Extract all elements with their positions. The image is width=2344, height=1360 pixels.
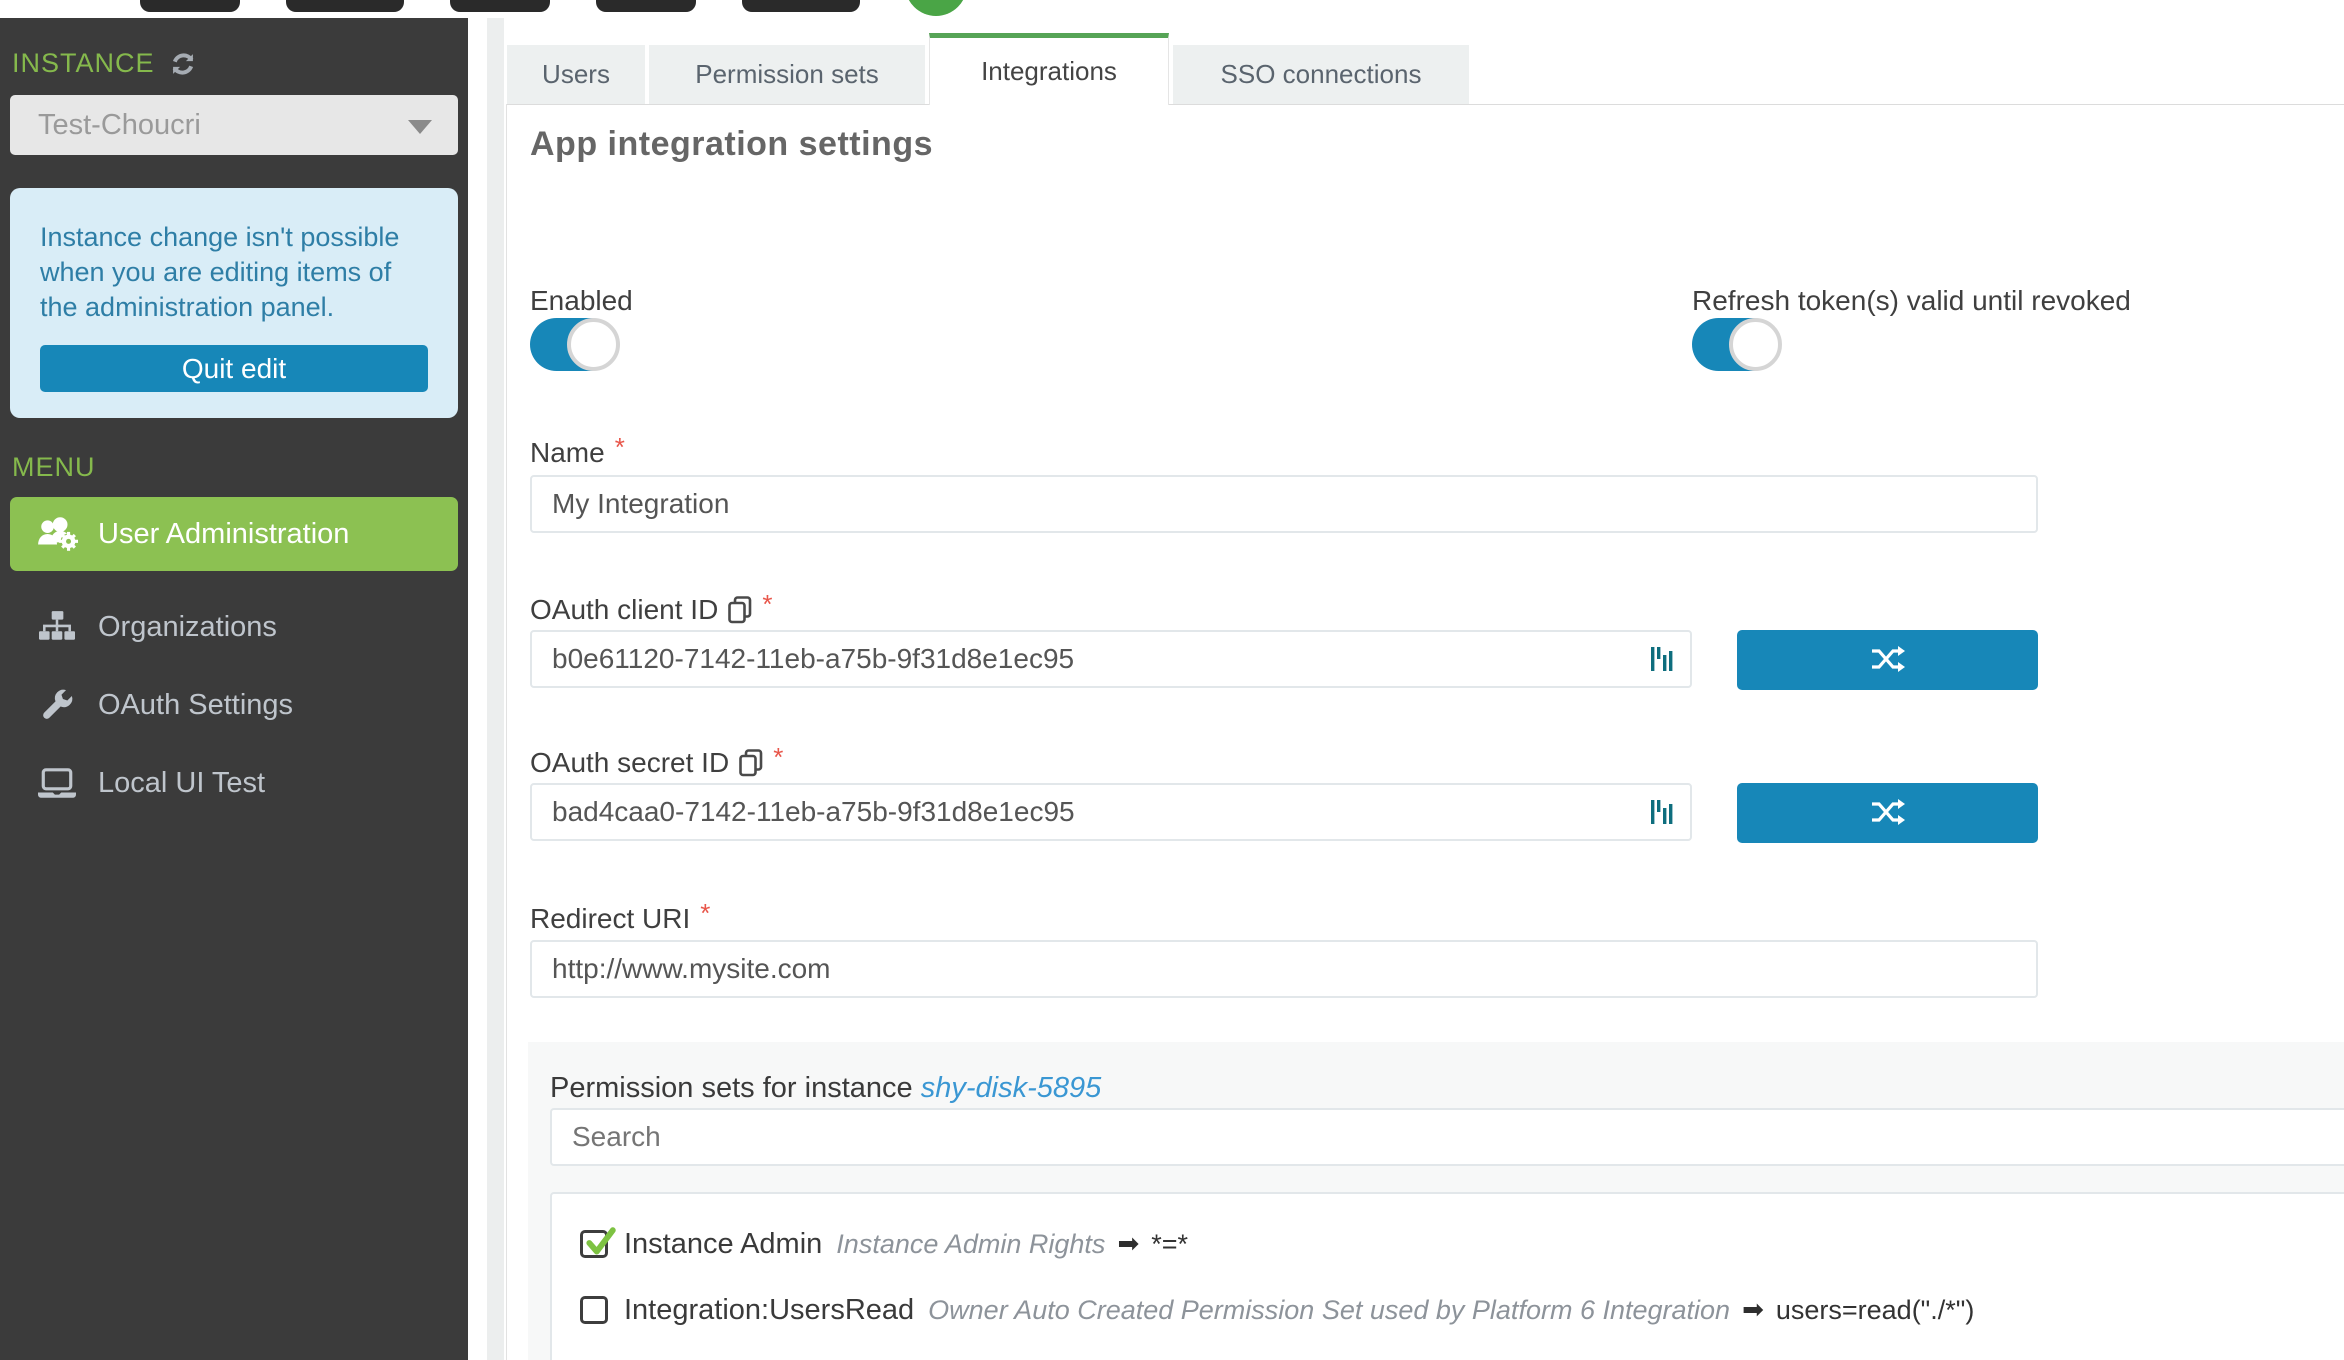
- sidebar-item-label: Organizations: [98, 611, 277, 644]
- tab-label: Integrations: [981, 56, 1117, 87]
- sidebar-item-label: Local UI Test: [98, 767, 265, 800]
- oauth-client-id-field: [530, 630, 1692, 688]
- permission-row: Instance Admin Instance Admin Rights ➡ *…: [580, 1224, 2340, 1264]
- checkbox-unchecked[interactable]: [580, 1296, 608, 1324]
- bars-icon: [1650, 798, 1676, 826]
- shuffle-icon: [1871, 799, 1905, 828]
- permission-list: Instance Admin Instance Admin Rights ➡ *…: [550, 1192, 2344, 1360]
- users-gear-icon: [36, 517, 78, 551]
- redirect-uri-label: Redirect URI*: [530, 903, 710, 935]
- quit-edit-button[interactable]: Quit edit: [40, 345, 428, 392]
- instance-link[interactable]: shy-disk-5895: [921, 1072, 1102, 1104]
- name-input[interactable]: [530, 475, 2038, 533]
- oauth-secret-id-label: OAuth secret ID *: [530, 747, 783, 779]
- required-asterisk: *: [615, 437, 625, 457]
- permission-description: Owner Auto Created Permission Set used b…: [928, 1295, 1730, 1326]
- sidebar-item-organizations[interactable]: Organizations: [10, 605, 458, 649]
- wrench-icon: [36, 688, 78, 722]
- laptop-icon: [36, 768, 78, 798]
- oauth-secret-id-input[interactable]: [530, 783, 1692, 841]
- tab-users[interactable]: Users: [507, 45, 645, 104]
- permission-description: Instance Admin Rights: [836, 1229, 1105, 1260]
- tab-label: Permission sets: [695, 59, 879, 90]
- required-asterisk: *: [700, 903, 710, 923]
- permission-name: Instance Admin: [624, 1228, 822, 1261]
- main-content: Users Permission sets Integrations SSO c…: [506, 18, 2344, 1360]
- instance-select-value: Test-Choucri: [10, 109, 201, 142]
- page-title: App integration settings: [530, 125, 933, 164]
- oauth-client-id-input[interactable]: [530, 630, 1692, 688]
- enabled-toggle[interactable]: [530, 318, 616, 371]
- content-panel-border: [506, 104, 507, 1360]
- redirect-uri-input[interactable]: [530, 940, 2038, 998]
- permission-rule: users=read("./*"): [1776, 1295, 1975, 1326]
- logo-strip: [0, 0, 2344, 18]
- instance-notice: Instance change isn't possible when you …: [10, 188, 458, 418]
- logo-letter: [596, 0, 696, 12]
- copy-icon[interactable]: [728, 596, 752, 624]
- logo-letter: [450, 0, 550, 12]
- tabbar-divider: [506, 104, 2344, 105]
- tab-sso-connections[interactable]: SSO connections: [1173, 45, 1469, 104]
- name-label: Name*: [530, 437, 625, 469]
- tab-label: Users: [542, 59, 610, 90]
- scrollbar-track[interactable]: [487, 18, 504, 1360]
- instance-notice-text: Instance change isn't possible when you …: [40, 220, 428, 325]
- oauth-client-id-label: OAuth client ID *: [530, 594, 772, 626]
- permission-name: Integration:UsersRead: [624, 1294, 914, 1327]
- required-asterisk: *: [762, 594, 772, 614]
- permission-rule: *=*: [1151, 1229, 1188, 1260]
- refresh-token-toggle[interactable]: [1692, 318, 1778, 371]
- toggle-knob: [1729, 318, 1782, 371]
- permission-sets-panel: Permission sets for instance shy-disk-58…: [528, 1042, 2344, 1360]
- sidebar: INSTANCE Test-Choucri Instance change is…: [0, 18, 468, 1360]
- tab-integrations[interactable]: Integrations: [929, 33, 1169, 105]
- instance-select[interactable]: Test-Choucri: [10, 95, 458, 155]
- enabled-label: Enabled: [530, 285, 633, 317]
- refresh-token-label: Refresh token(s) valid until revoked: [1692, 285, 2131, 317]
- permission-search-input[interactable]: [550, 1108, 2344, 1166]
- sidebar-menu: User Administration Organizations OA: [10, 497, 458, 805]
- menu-label: MENU: [10, 452, 458, 483]
- oauth-secret-id-field: [530, 783, 1692, 841]
- logo-letter: [286, 0, 404, 12]
- copy-icon[interactable]: [739, 749, 763, 777]
- sidebar-item-oauth-settings[interactable]: OAuth Settings: [10, 683, 458, 727]
- regenerate-secret-id-button[interactable]: [1737, 783, 2038, 843]
- tab-permission-sets[interactable]: Permission sets: [649, 45, 925, 104]
- bars-icon: [1650, 645, 1676, 673]
- logo-green-disc: [905, 0, 967, 16]
- permission-row: Integration:UsersRead Owner Auto Created…: [580, 1290, 2340, 1330]
- checkbox-checked[interactable]: [580, 1230, 608, 1258]
- logo-letter: [742, 0, 860, 12]
- shuffle-icon: [1871, 646, 1905, 675]
- permission-search-field: [550, 1108, 2344, 1166]
- sidebar-item-user-administration[interactable]: User Administration: [10, 497, 458, 571]
- logo-letter: [140, 0, 240, 12]
- sitemap-icon: [36, 611, 78, 643]
- instance-label: INSTANCE: [12, 48, 155, 79]
- arrow-right-icon: ➡: [1742, 1295, 1764, 1325]
- regenerate-client-id-button[interactable]: [1737, 630, 2038, 690]
- sidebar-item-label: OAuth Settings: [98, 689, 293, 722]
- instance-header: INSTANCE: [10, 48, 458, 79]
- sidebar-item-local-ui-test[interactable]: Local UI Test: [10, 761, 458, 805]
- permission-sets-heading: Permission sets for instance shy-disk-58…: [550, 1072, 1101, 1105]
- arrow-right-icon: ➡: [1117, 1229, 1139, 1259]
- required-asterisk: *: [773, 747, 783, 767]
- chevron-down-icon: [408, 120, 432, 134]
- refresh-icon[interactable]: [169, 50, 197, 78]
- tab-label: SSO connections: [1221, 59, 1422, 90]
- sidebar-item-label: User Administration: [98, 518, 349, 551]
- toggle-knob: [567, 318, 620, 371]
- permission-row-clipped: Integration:UsersWrite: [580, 1356, 2340, 1360]
